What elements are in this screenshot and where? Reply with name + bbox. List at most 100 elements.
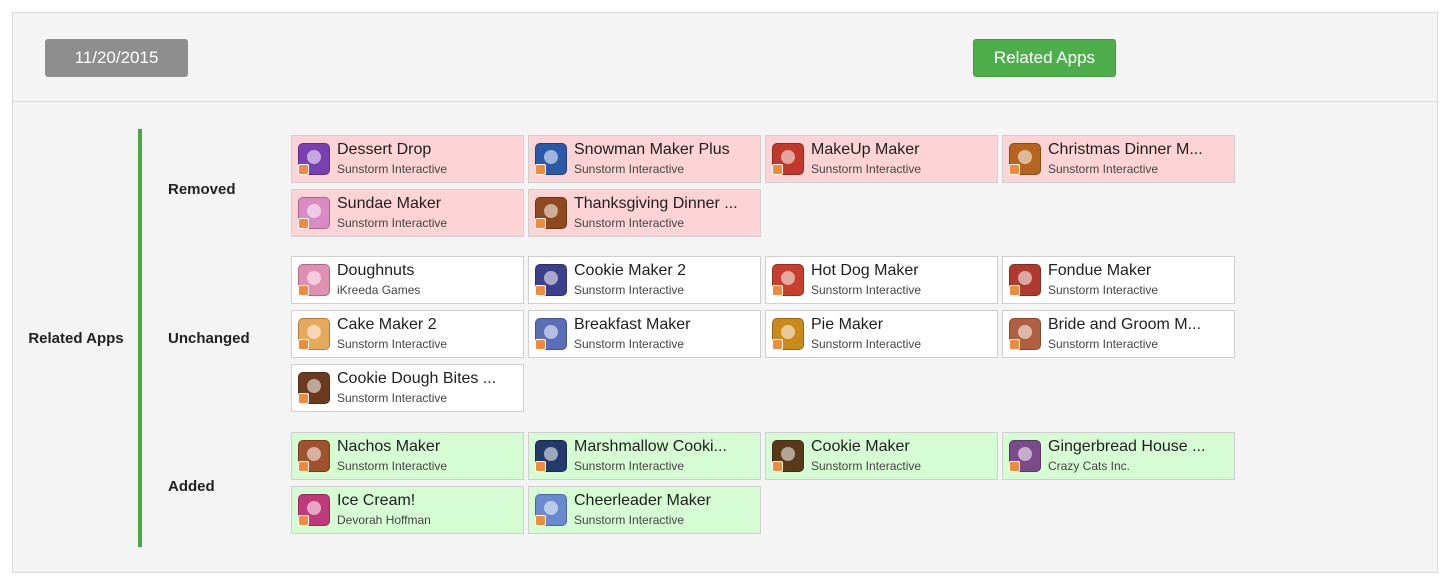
- app-developer: Sunstorm Interactive: [811, 459, 922, 473]
- app-card[interactable]: Christmas Dinner M... Sunstorm Interactiv…: [1002, 135, 1235, 183]
- app-card[interactable]: Snowman Maker Plus Sunstorm Interactive: [528, 135, 761, 183]
- app-name: Christmas Dinner M...: [1048, 141, 1203, 158]
- date-button[interactable]: 11/20/2015: [45, 39, 188, 77]
- app-name: Cookie Maker: [811, 438, 910, 455]
- app-developer: Sunstorm Interactive: [337, 459, 448, 473]
- app-developer: Sunstorm Interactive: [811, 162, 922, 176]
- app-developer: Sunstorm Interactive: [1048, 162, 1159, 176]
- developer-badge-icon: [535, 218, 546, 229]
- app-card[interactable]: Bride and Groom M... Sunstorm Interactive: [1002, 310, 1235, 358]
- app-name: Sundae Maker: [337, 195, 442, 212]
- section-title: Related Apps: [28, 330, 124, 347]
- icon-glyph: [307, 501, 321, 515]
- section-accent-bar: [138, 129, 142, 547]
- app-card[interactable]: Cake Maker 2 Sunstorm Interactive: [291, 310, 524, 358]
- app-developer: Sunstorm Interactive: [574, 459, 685, 473]
- icon-glyph: [544, 150, 558, 164]
- developer-badge-icon: [298, 515, 309, 526]
- hot-dog-maker-icon: [772, 264, 804, 296]
- developer-badge-icon: [535, 339, 546, 350]
- app-name: Thanksgiving Dinner ...: [574, 195, 738, 212]
- app-developer: Crazy Cats Inc.: [1048, 459, 1131, 473]
- breakfast-maker-icon: [535, 318, 567, 350]
- app-card[interactable]: Doughnuts iKreeda Games: [291, 256, 524, 304]
- icon-glyph: [307, 325, 321, 339]
- icon-glyph: [544, 447, 558, 461]
- app-developer: Sunstorm Interactive: [337, 216, 448, 230]
- app-card[interactable]: MakeUp Maker Sunstorm Interactive: [765, 135, 998, 183]
- related-apps-button[interactable]: Related Apps: [973, 39, 1116, 77]
- developer-badge-icon: [535, 285, 546, 296]
- app-card[interactable]: Sundae Maker Sunstorm Interactive: [291, 189, 524, 237]
- pie-maker-icon: [772, 318, 804, 350]
- developer-badge-icon: [772, 339, 783, 350]
- app-name: Hot Dog Maker: [811, 262, 919, 279]
- app-name: Nachos Maker: [337, 438, 441, 455]
- cookie-dough-bites-icon: [298, 372, 330, 404]
- group-label-unchanged: Unchanged: [168, 330, 250, 347]
- app-developer: Devorah Hoffman: [337, 513, 431, 527]
- app-card[interactable]: Dessert Drop Sunstorm Interactive: [291, 135, 524, 183]
- app-card[interactable]: Cookie Maker Sunstorm Interactive: [765, 432, 998, 480]
- app-card[interactable]: Pie Maker Sunstorm Interactive: [765, 310, 998, 358]
- icon-glyph: [544, 204, 558, 218]
- app-card[interactable]: Gingerbread House ... Crazy Cats Inc.: [1002, 432, 1235, 480]
- related-apps-panel: 11/20/2015 Related Apps Related Apps Rem…: [12, 12, 1438, 573]
- icon-glyph: [781, 150, 795, 164]
- developer-badge-icon: [535, 515, 546, 526]
- header-divider: [13, 101, 1437, 102]
- icon-glyph: [1018, 325, 1032, 339]
- app-developer: Sunstorm Interactive: [574, 216, 685, 230]
- app-card[interactable]: Cookie Dough Bites ... Sunstorm Interacti…: [291, 364, 524, 412]
- app-card[interactable]: Fondue Maker Sunstorm Interactive: [1002, 256, 1235, 304]
- fondue-maker-icon: [1009, 264, 1041, 296]
- app-name: Marshmallow Cooki...: [574, 438, 727, 455]
- app-card[interactable]: Ice Cream! Devorah Hoffman: [291, 486, 524, 534]
- developer-badge-icon: [298, 339, 309, 350]
- app-developer: Sunstorm Interactive: [574, 283, 685, 297]
- icon-glyph: [544, 501, 558, 515]
- snowman-maker-icon: [535, 143, 567, 175]
- app-developer: Sunstorm Interactive: [574, 162, 685, 176]
- app-name: Doughnuts: [337, 262, 415, 279]
- icon-glyph: [307, 271, 321, 285]
- app-card[interactable]: Hot Dog Maker Sunstorm Interactive: [765, 256, 998, 304]
- app-developer: Sunstorm Interactive: [337, 337, 448, 351]
- app-name: Fondue Maker: [1048, 262, 1152, 279]
- cheerleader-maker-icon: [535, 494, 567, 526]
- icon-glyph: [781, 271, 795, 285]
- app-card[interactable]: Thanksgiving Dinner ... Sunstorm Interact…: [528, 189, 761, 237]
- developer-badge-icon: [298, 218, 309, 229]
- app-card[interactable]: Marshmallow Cooki... Sunstorm Interactive: [528, 432, 761, 480]
- app-card[interactable]: Nachos Maker Sunstorm Interactive: [291, 432, 524, 480]
- icon-glyph: [1018, 150, 1032, 164]
- christmas-dinner-icon: [1009, 143, 1041, 175]
- developer-badge-icon: [1009, 339, 1020, 350]
- developer-badge-icon: [298, 285, 309, 296]
- dessert-drop-icon: [298, 143, 330, 175]
- group-label-removed: Removed: [168, 181, 236, 198]
- app-card[interactable]: Cookie Maker 2 Sunstorm Interactive: [528, 256, 761, 304]
- app-name: Cheerleader Maker: [574, 492, 711, 509]
- app-name: Gingerbread House ...: [1048, 438, 1206, 455]
- developer-badge-icon: [772, 285, 783, 296]
- cookie-maker-2-icon: [535, 264, 567, 296]
- app-developer: Sunstorm Interactive: [1048, 337, 1159, 351]
- nachos-maker-icon: [298, 440, 330, 472]
- cake-maker-2-icon: [298, 318, 330, 350]
- app-name: Cookie Dough Bites ...: [337, 370, 497, 387]
- group-label-added: Added: [168, 478, 215, 495]
- app-developer: Sunstorm Interactive: [1048, 283, 1159, 297]
- app-name: Bride and Groom M...: [1048, 316, 1201, 333]
- developer-badge-icon: [772, 164, 783, 175]
- icon-glyph: [307, 447, 321, 461]
- developer-badge-icon: [1009, 461, 1020, 472]
- developer-badge-icon: [298, 393, 309, 404]
- app-name: MakeUp Maker: [811, 141, 920, 158]
- app-developer: Sunstorm Interactive: [337, 391, 448, 405]
- app-name: Cookie Maker 2: [574, 262, 687, 279]
- app-card[interactable]: Cheerleader Maker Sunstorm Interactive: [528, 486, 761, 534]
- app-developer: Sunstorm Interactive: [574, 513, 685, 527]
- icon-glyph: [544, 325, 558, 339]
- app-card[interactable]: Breakfast Maker Sunstorm Interactive: [528, 310, 761, 358]
